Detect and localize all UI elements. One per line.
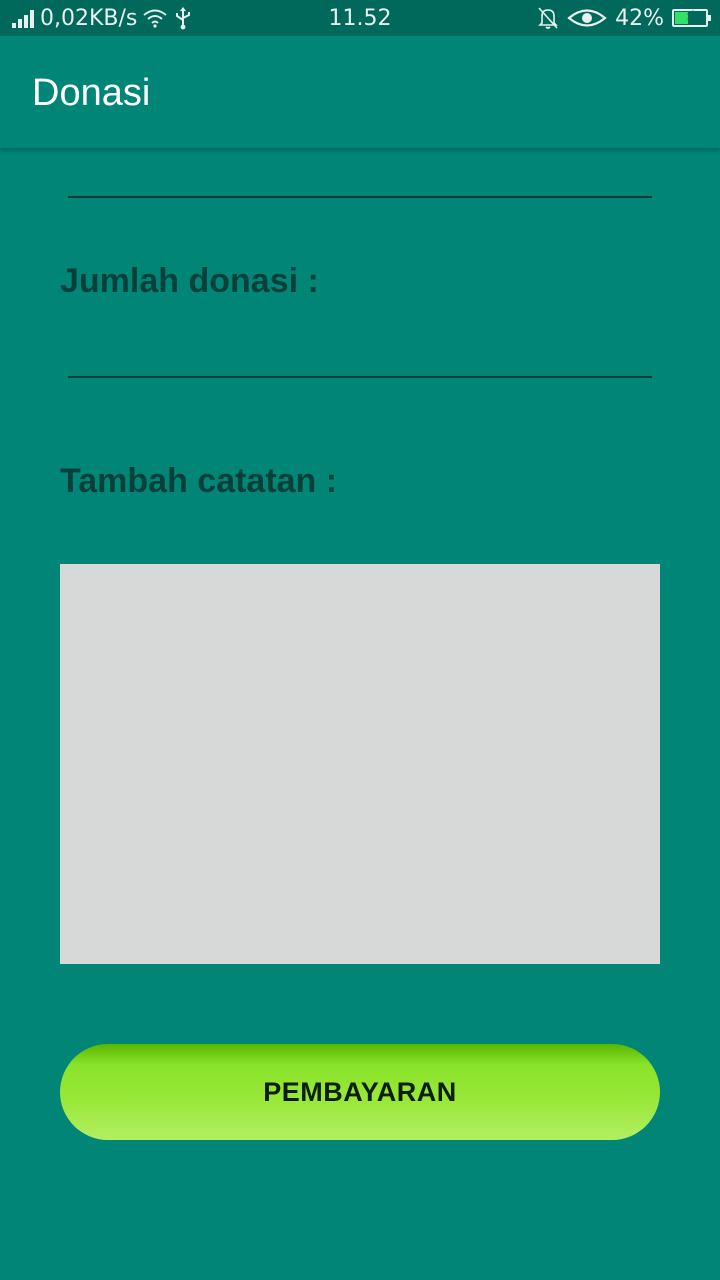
donation-amount-field[interactable]	[68, 376, 652, 378]
status-time: 11.52	[328, 5, 392, 31]
page-title: Donasi	[32, 72, 151, 114]
wifi-icon	[143, 9, 168, 28]
donation-amount-label: Jumlah donasi :	[60, 262, 319, 300]
battery-percent: 42%	[615, 5, 664, 31]
status-right: 42% ⚡	[537, 0, 711, 36]
note-textarea[interactable]	[60, 564, 660, 964]
eye-icon	[567, 9, 607, 27]
note-label: Tambah catatan :	[60, 462, 338, 500]
payment-button[interactable]: PEMBAYARAN	[60, 1044, 660, 1140]
signal-icon	[12, 8, 34, 28]
network-speed: 0,02KB/s	[40, 5, 138, 31]
app-bar: Donasi	[0, 36, 720, 148]
bell-muted-icon	[538, 7, 559, 29]
battery-charging-icon: ⚡	[672, 8, 711, 27]
status-bar: 0,02KB/s 11.52 42% ⚡	[0, 0, 720, 36]
usb-icon	[176, 7, 191, 30]
status-left: 0,02KB/s	[12, 0, 193, 36]
top-field-underline[interactable]	[68, 196, 652, 198]
